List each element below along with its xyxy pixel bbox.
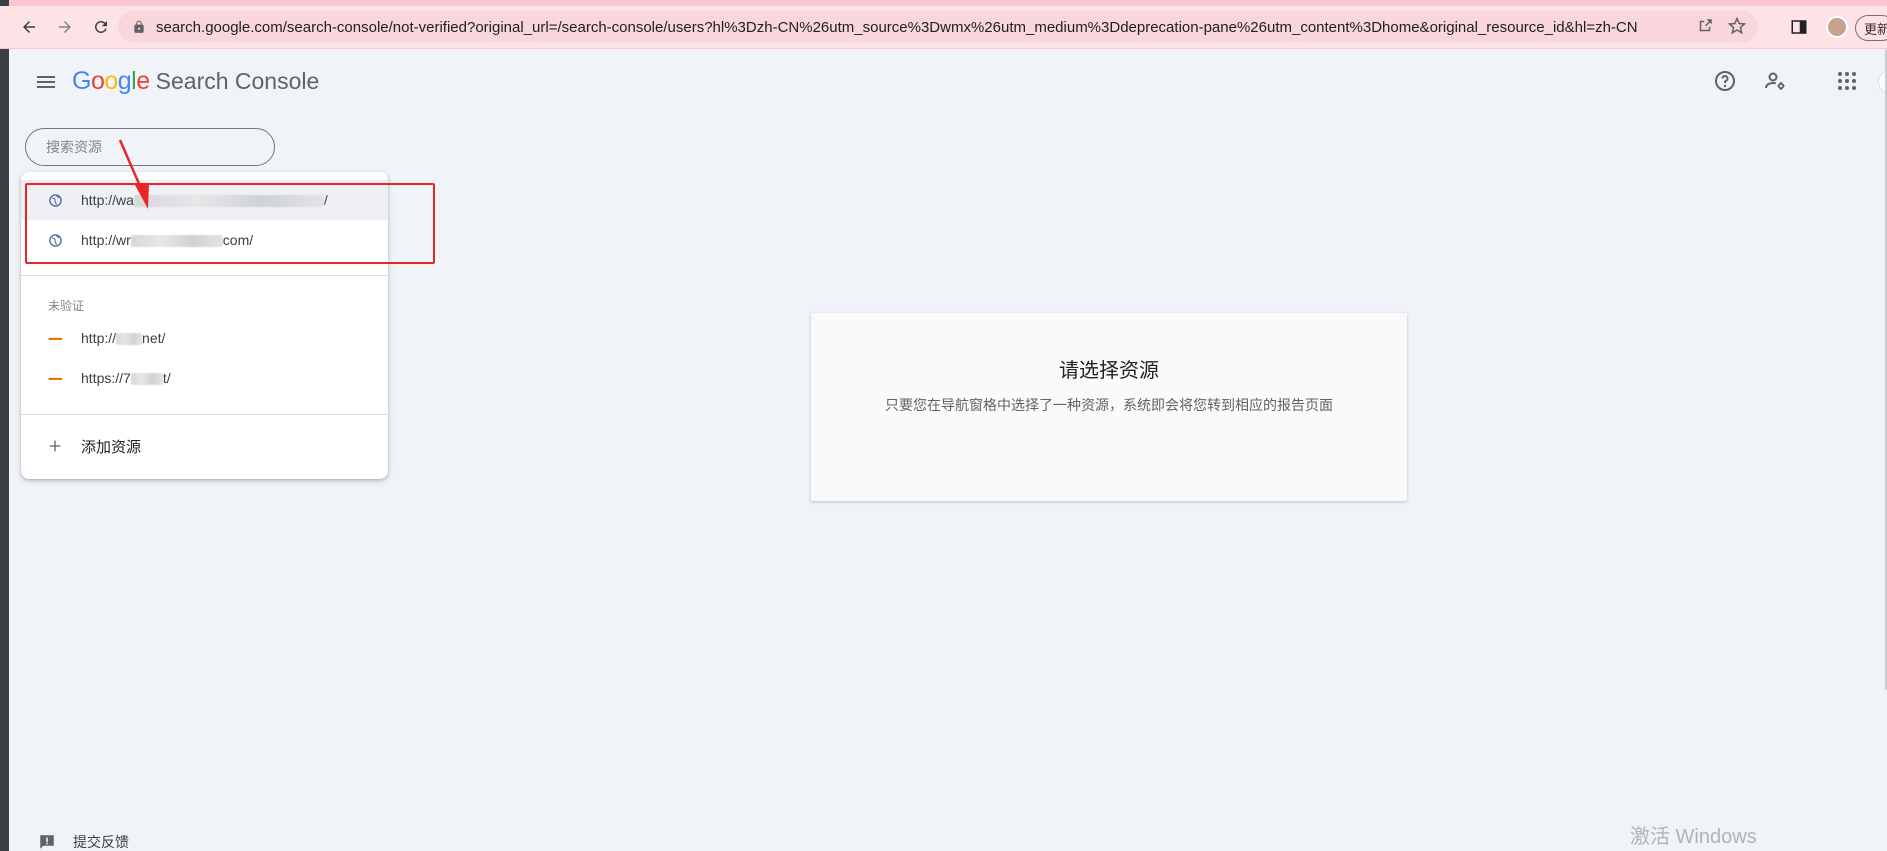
- resource-item-verified-2[interactable]: http://wr com/: [21, 220, 388, 260]
- brand-icon: ▬▬: [48, 334, 63, 342]
- feedback-label: 提交反馈: [73, 834, 129, 850]
- user-settings-button[interactable]: [1762, 68, 1788, 94]
- add-resource-button[interactable]: 添加资源: [21, 425, 388, 467]
- profile-avatar[interactable]: [1826, 16, 1848, 38]
- resource-url-suffix: net/: [142, 330, 166, 346]
- left-edge-strip: [0, 0, 9, 851]
- resource-search-input[interactable]: [25, 128, 275, 166]
- resource-item-verified-1[interactable]: http://wa /: [21, 180, 388, 220]
- logo-letter: e: [136, 67, 150, 95]
- logo-letter: g: [117, 67, 132, 95]
- logo-letter: G: [72, 67, 91, 95]
- lock-icon: [132, 20, 146, 34]
- resource-url-suffix: t/: [162, 370, 171, 386]
- url-text: search.google.com/search-console/not-ver…: [156, 18, 1638, 36]
- feedback-button[interactable]: 提交反馈: [38, 832, 129, 851]
- plus-icon: [47, 438, 63, 454]
- reload-icon: [94, 20, 107, 33]
- resource-url-prefix: https://7: [81, 370, 131, 386]
- add-resource-label: 添加资源: [81, 438, 142, 456]
- redacted-text: [116, 333, 143, 346]
- feedback-icon: [40, 835, 54, 849]
- search-console-logo[interactable]: Google Search Console: [72, 67, 319, 96]
- resource-url-suffix: /: [323, 192, 328, 208]
- apps-grid-icon[interactable]: [1835, 69, 1859, 93]
- globe-icon: [47, 192, 63, 208]
- product-name: Search Console: [155, 68, 320, 94]
- brand-icon: ▬▬: [48, 374, 63, 382]
- forward-button[interactable]: [50, 12, 80, 42]
- dropdown-divider: [21, 275, 388, 276]
- unverified-section-label: 未验证: [48, 299, 85, 313]
- logo-letter: o: [90, 67, 105, 95]
- hamburger-menu-icon[interactable]: [34, 70, 58, 94]
- update-button[interactable]: 更新: [1855, 15, 1887, 41]
- globe-icon: [47, 232, 63, 248]
- browser-toolbar: search.google.com/search-console/not-ver…: [0, 6, 1887, 49]
- redacted-text: [130, 373, 163, 386]
- resource-url-prefix: http://wr: [81, 232, 131, 248]
- resource-url-prefix: http://: [81, 330, 117, 346]
- redacted-text: [133, 195, 324, 208]
- resource-item-unverified-1[interactable]: ▬▬ http:// net/: [21, 318, 388, 358]
- help-button[interactable]: [1712, 68, 1738, 94]
- card-description: 只要您在导航窗格中选择了一种资源，系统即会将您转到相应的报告页面: [885, 397, 1333, 413]
- manage-account-icon: [1765, 72, 1785, 90]
- bookmark-star-icon[interactable]: [1728, 17, 1746, 35]
- windows-activation-watermark: 激活 Windows: [1630, 826, 1757, 848]
- address-bar[interactable]: search.google.com/search-console/not-ver…: [118, 11, 1758, 43]
- redacted-text: [130, 235, 223, 248]
- resource-dropdown: http://wa / http://wr com/ 未验证 ▬▬ http:// n…: [21, 172, 388, 479]
- share-icon[interactable]: [1696, 17, 1714, 35]
- card-title: 请选择资源: [1059, 360, 1159, 382]
- resource-url-prefix: http://wa: [81, 192, 134, 208]
- resource-url-suffix: com/: [222, 232, 254, 248]
- reload-button[interactable]: [86, 12, 116, 42]
- back-button[interactable]: [14, 12, 44, 42]
- side-panel-icon[interactable]: [1790, 18, 1808, 36]
- logo-letter: o: [104, 67, 118, 95]
- help-icon: [1715, 71, 1735, 91]
- dropdown-divider: [21, 414, 388, 415]
- google-wordmark: Google: [72, 67, 150, 96]
- resource-item-unverified-2[interactable]: ▬▬ https://7 t/: [21, 358, 388, 398]
- back-arrow-icon: [23, 21, 35, 33]
- select-resource-card: 请选择资源 只要您在导航窗格中选择了一种资源，系统即会将您转到相应的报告页面: [811, 313, 1407, 501]
- forward-arrow-icon: [59, 21, 71, 33]
